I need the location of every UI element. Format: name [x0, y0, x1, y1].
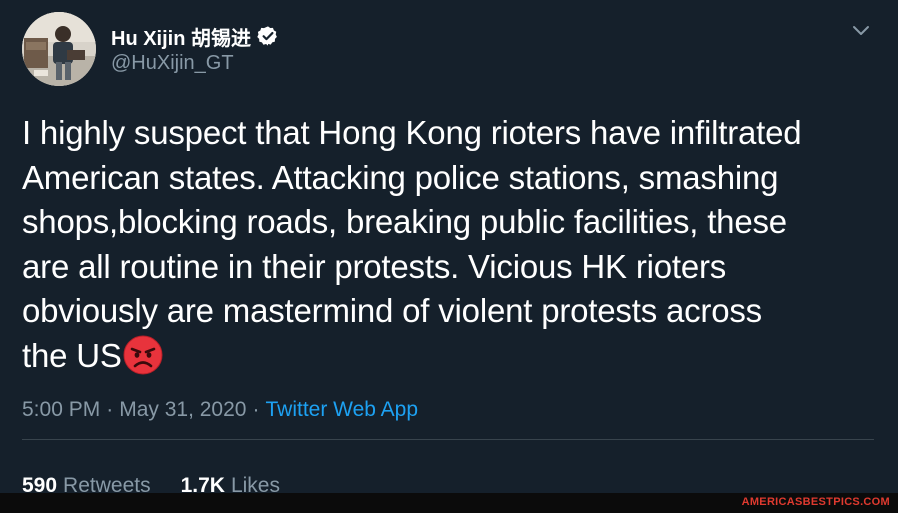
tweet-text-line-last: the US: [22, 334, 882, 379]
chevron-down-icon[interactable]: [852, 24, 870, 38]
tweet-time[interactable]: 5:00 PM: [22, 398, 100, 421]
tweet-card: Hu Xijin 胡锡进 @HuXijin_GT I highly suspec…: [0, 0, 898, 497]
meta-separator: ·: [106, 398, 114, 421]
divider: [22, 439, 874, 440]
tweet-text-line: the US: [22, 336, 122, 374]
tweet-date[interactable]: May 31, 2020: [119, 398, 246, 421]
verified-badge-icon: [257, 26, 277, 46]
angry-face-emoji-icon: [123, 335, 163, 374]
meta-separator: ·: [252, 398, 260, 421]
author-display-name[interactable]: Hu Xijin 胡锡进: [111, 22, 251, 51]
tweet-text-line: are all routine in their protests. Vicio…: [22, 247, 727, 285]
watermark-text: AMERICASBESTPICS.COM: [741, 496, 890, 508]
tweet-text-line: American states. Attacking police statio…: [22, 158, 779, 196]
author-handle[interactable]: @HuXijin_GT: [111, 52, 234, 75]
tweet-text-line: obviously are mastermind of violent prot…: [22, 292, 762, 329]
avatar-photo-icon: [22, 12, 96, 86]
tweet-text-line: shops,blocking roads, breaking public fa…: [22, 203, 787, 240]
author-name-row[interactable]: Hu Xijin 胡锡进: [111, 22, 279, 50]
tweet-metadata: 5:00 PM · May 31, 2020 · Twitter Web App: [22, 398, 418, 422]
tweet-source-link[interactable]: Twitter Web App: [265, 398, 418, 421]
author-avatar[interactable]: [22, 12, 96, 86]
tweet-text-line: I highly suspect that Hong Kong rioters …: [22, 114, 802, 151]
tweet-text: I highly suspect that Hong Kong rioters …: [22, 111, 882, 378]
